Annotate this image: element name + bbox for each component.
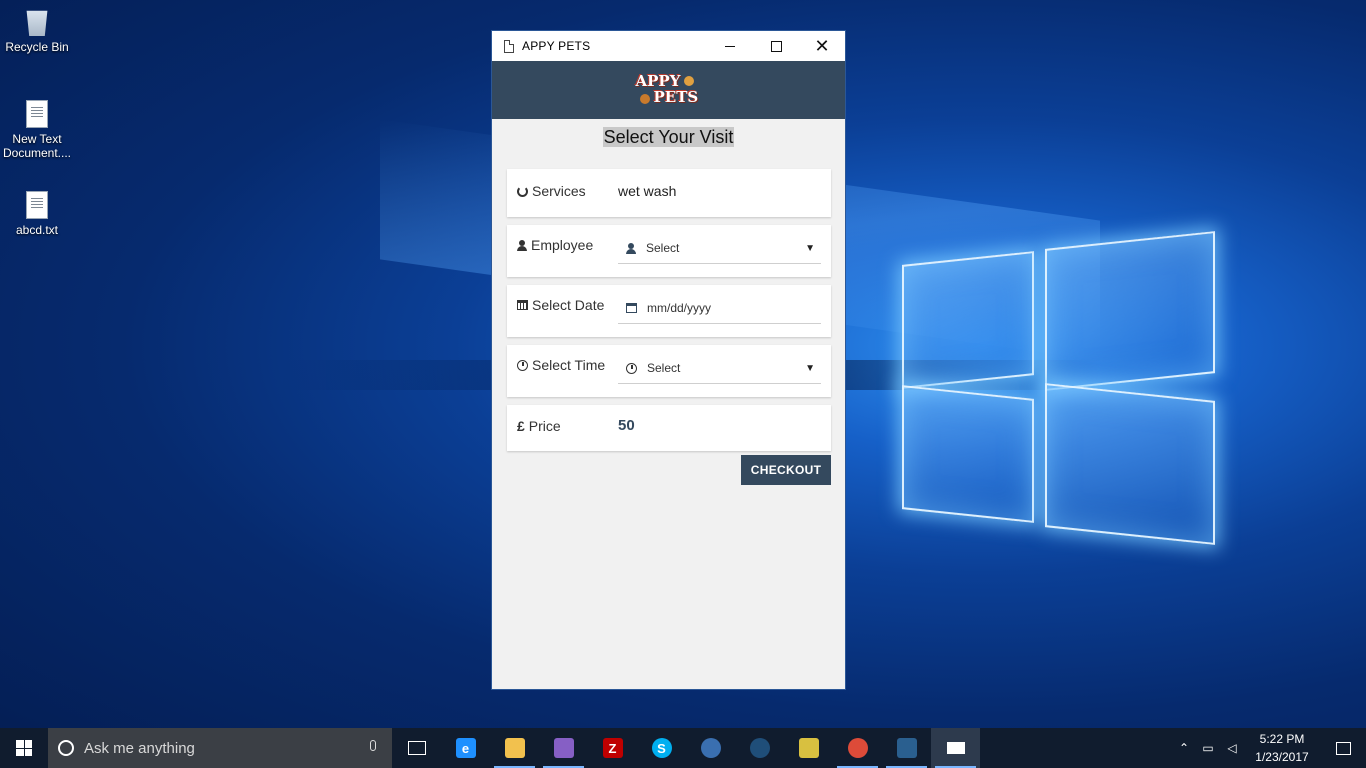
date-row: Select Date mm/dd/yyyy	[507, 285, 831, 337]
windows-icon	[16, 740, 32, 756]
taskbar-app-edge[interactable]: e	[441, 728, 490, 768]
employee-select-value: Select	[646, 241, 680, 255]
dropdown-arrow-icon: ▼	[805, 242, 815, 254]
sourcetree-icon	[749, 738, 770, 758]
mysql-workbench-icon	[896, 738, 917, 758]
action-center-button[interactable]	[1320, 728, 1366, 768]
time-select-value: Select	[647, 361, 681, 375]
app-header: APPY PETS	[492, 61, 845, 119]
text-file-icon	[26, 100, 48, 128]
services-value: wet wash	[618, 183, 677, 199]
file-explorer-icon	[504, 738, 525, 758]
spinner-icon	[517, 185, 528, 197]
appy-pets-app-icon	[946, 742, 965, 754]
windows-logo-pane	[1045, 383, 1215, 545]
page-title: Select Your Visit	[602, 127, 735, 147]
desktop-icon-new-text-document[interactable]: New Text Document....	[0, 100, 74, 160]
thunderbird-icon	[700, 738, 721, 758]
clock-time: 5:22 PM	[1259, 732, 1305, 746]
time-label: Select Time	[532, 357, 606, 373]
clock-icon	[517, 359, 528, 371]
calendar-icon	[517, 300, 528, 310]
notification-icon	[1335, 741, 1351, 755]
pinned-apps: eZS	[392, 728, 980, 768]
checkout-button[interactable]: CHECKOUT	[741, 455, 831, 485]
search-box[interactable]	[48, 728, 392, 768]
network-icon[interactable]: ▭	[1196, 728, 1220, 768]
pet-icon	[639, 94, 650, 104]
time-select[interactable]: Select ▼	[618, 353, 821, 384]
windows-logo-pane	[902, 251, 1034, 389]
services-label: Services	[532, 183, 586, 199]
text-file-icon	[26, 191, 48, 219]
visual-studio-icon	[553, 738, 574, 758]
taskbar: e Z S ⌃ ▭ ◁ 5:22 PM 1/23/2017	[0, 728, 1366, 768]
minimize-button[interactable]	[707, 31, 753, 61]
desktop-icon-label: abcd.txt	[15, 223, 59, 237]
date-label: Select Date	[532, 297, 605, 313]
price-value: 50	[618, 417, 635, 434]
edge-icon: e	[455, 738, 476, 758]
desktop-icon-label: New Text Document....	[2, 132, 72, 160]
desktop-icon-abcd-txt[interactable]: abcd.txt	[0, 191, 74, 237]
employee-label: Employee	[531, 237, 594, 253]
pet-icon	[683, 76, 694, 86]
price-label: Price	[528, 418, 561, 434]
employee-row: Employee Select ▼	[507, 225, 831, 277]
price-row: £ Price 50	[507, 405, 831, 451]
dropdown-arrow-icon: ▼	[805, 362, 815, 374]
user-icon	[517, 239, 527, 251]
system-tray: ⌃ ▭ ◁ 5:22 PM 1/23/2017	[1172, 728, 1366, 768]
employee-select[interactable]: Select ▼	[618, 233, 821, 264]
taskbar-app-sourcetree[interactable]	[735, 728, 784, 768]
filezilla-icon: Z	[602, 738, 623, 758]
tools-icon	[798, 738, 819, 758]
taskbar-app-appy-pets-app[interactable]	[931, 728, 980, 768]
clock-date: 1/23/2017	[1255, 750, 1309, 764]
desktop-icon-recycle-bin[interactable]: Recycle Bin	[0, 8, 74, 54]
taskbar-app-tools[interactable]	[784, 728, 833, 768]
document-icon	[504, 39, 514, 53]
time-row: Select Time Select ▼	[507, 345, 831, 397]
user-icon	[626, 242, 636, 254]
clock-icon	[626, 362, 637, 374]
chevron-up-icon[interactable]: ⌃	[1172, 728, 1196, 768]
appy-pets-logo: APPY PETS	[635, 72, 699, 106]
skype-icon: S	[651, 738, 672, 758]
taskbar-app-mysql-workbench[interactable]	[882, 728, 931, 768]
recycle-bin-icon	[26, 10, 48, 36]
windows-logo-pane	[1045, 231, 1215, 391]
date-input[interactable]: mm/dd/yyyy	[618, 293, 821, 324]
cortana-icon	[58, 740, 74, 756]
volume-muted-icon[interactable]: ◁	[1220, 728, 1244, 768]
task-view-icon	[407, 741, 426, 755]
taskbar-app-chrome[interactable]	[833, 728, 882, 768]
pound-icon: £	[517, 418, 525, 434]
services-row: Services wet wash	[507, 169, 831, 217]
microphone-icon[interactable]	[370, 740, 376, 751]
taskbar-app-filezilla[interactable]: Z	[588, 728, 637, 768]
windows-logo-pane	[902, 385, 1034, 523]
close-button[interactable]: ✕	[799, 31, 845, 61]
window-title: APPY PETS	[522, 39, 591, 53]
app-window: APPY PETS ✕ APPY PETS Select Your Visit …	[491, 30, 846, 690]
taskbar-app-task-view[interactable]	[392, 728, 441, 768]
calendar-icon	[626, 303, 637, 313]
chrome-icon	[847, 738, 868, 758]
taskbar-app-thunderbird[interactable]	[686, 728, 735, 768]
maximize-button[interactable]	[753, 31, 799, 61]
taskbar-app-skype[interactable]: S	[637, 728, 686, 768]
date-input-placeholder: mm/dd/yyyy	[647, 301, 712, 315]
clock[interactable]: 5:22 PM 1/23/2017	[1244, 730, 1320, 766]
title-bar[interactable]: APPY PETS ✕	[492, 31, 845, 61]
taskbar-app-file-explorer[interactable]	[490, 728, 539, 768]
search-input[interactable]	[82, 738, 346, 758]
desktop-icon-label: Recycle Bin	[5, 40, 69, 54]
start-button[interactable]	[0, 728, 48, 768]
taskbar-app-visual-studio[interactable]	[539, 728, 588, 768]
